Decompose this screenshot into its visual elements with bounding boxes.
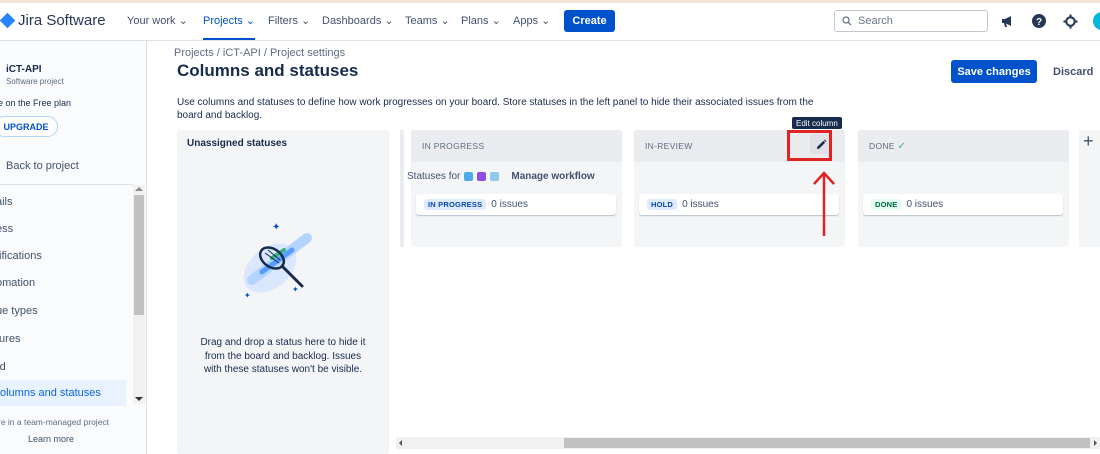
project-type: Software project bbox=[6, 77, 64, 86]
column-header[interactable]: IN PROGRESS bbox=[411, 130, 622, 162]
column-name: IN-REVIEW bbox=[645, 141, 693, 151]
task-type-icon bbox=[464, 172, 474, 181]
sidebar-item-access[interactable]: ess bbox=[0, 223, 13, 235]
search-icon bbox=[842, 16, 852, 26]
scroll-left-icon[interactable] bbox=[399, 440, 402, 446]
nav-projects[interactable]: Projects ⌄ bbox=[203, 14, 256, 40]
highlight-box bbox=[787, 130, 832, 161]
main-content: Projects / iCT-API / Project settings Co… bbox=[147, 41, 1100, 454]
arrow-up-icon bbox=[813, 171, 835, 236]
page-description: Use columns and statuses to define how w… bbox=[177, 97, 814, 121]
unassigned-title: Unassigned statuses bbox=[187, 138, 288, 149]
save-changes-button[interactable]: Save changes bbox=[951, 60, 1037, 83]
top-stripe bbox=[0, 0, 1100, 3]
sidebar-item-details[interactable]: ails bbox=[0, 196, 13, 208]
unassigned-hint: Drag and drop a status here to hide it f… bbox=[200, 337, 366, 375]
sidebar-scrollbar[interactable] bbox=[133, 185, 145, 404]
sidebar-item-automation[interactable]: omation bbox=[0, 277, 35, 289]
column-divider bbox=[400, 130, 404, 247]
nav-apps[interactable]: Apps ⌄ bbox=[513, 14, 550, 27]
gear-icon[interactable] bbox=[1061, 12, 1079, 30]
sidebar-item-features[interactable]: tures bbox=[0, 333, 20, 345]
plan-text: e on the Free plan bbox=[0, 98, 72, 108]
app-root: Jira Software Your work ⌄ Projects ⌄ Fil… bbox=[0, 0, 1100, 454]
status-card[interactable]: DONE 0 issues bbox=[863, 194, 1063, 215]
scroll-up-icon[interactable] bbox=[135, 187, 143, 191]
svg-text:✦: ✦ bbox=[244, 291, 251, 300]
column-name: IN PROGRESS bbox=[422, 141, 485, 151]
search-input[interactable]: Search bbox=[834, 10, 988, 32]
racket-illustration-icon: ✦ ✦ ✦ bbox=[243, 222, 312, 300]
team-managed-note: re in a team-managed project bbox=[0, 417, 110, 427]
sidebar-divider bbox=[0, 184, 133, 185]
sidebar-item-issue-types[interactable]: ue types bbox=[0, 305, 38, 317]
create-button[interactable]: Create bbox=[564, 10, 615, 32]
breadcrumb[interactable]: Projects / iCT-API / Project settings bbox=[174, 47, 345, 59]
sidebar-item-columns-and-statuses[interactable]: olumns and statuses bbox=[0, 380, 126, 406]
back-to-project-link[interactable]: Back to project bbox=[6, 160, 79, 172]
nav-dashboards[interactable]: Dashboards ⌄ bbox=[322, 14, 394, 27]
status-card[interactable]: HOLD 0 issues bbox=[639, 194, 839, 215]
nav-your-work[interactable]: Your work ⌄ bbox=[127, 14, 188, 27]
svg-text:✦: ✦ bbox=[272, 222, 280, 233]
sidebar-item-notifications[interactable]: tifications bbox=[0, 250, 42, 262]
edit-column-tooltip: Edit column bbox=[792, 117, 842, 129]
column-name: DONE ✓ bbox=[869, 141, 907, 152]
jira-logo-icon bbox=[0, 12, 16, 29]
issue-count: 0 issues bbox=[906, 199, 944, 210]
sidebar-scroll-thumb[interactable] bbox=[134, 195, 144, 315]
add-column-area: + bbox=[1079, 130, 1100, 247]
help-icon[interactable]: ? bbox=[1030, 12, 1048, 30]
svg-text:✦: ✦ bbox=[292, 285, 299, 294]
issue-count: 0 issues bbox=[682, 199, 719, 210]
statuses-for: Statuses for Manage workflow bbox=[407, 171, 595, 182]
status-lozenge: DONE bbox=[871, 199, 902, 210]
board-scroll-thumb[interactable] bbox=[564, 438, 1090, 448]
product-name: Jira Software bbox=[18, 12, 106, 29]
check-icon: ✓ bbox=[897, 141, 907, 152]
scroll-right-icon[interactable] bbox=[1094, 440, 1097, 446]
project-name: iCT-API bbox=[6, 64, 42, 75]
column-in-progress[interactable]: IN PROGRESS IN PROGRESS 0 issues bbox=[411, 130, 622, 247]
page-title: Columns and statuses bbox=[177, 61, 359, 80]
learn-more-link[interactable]: Learn more bbox=[28, 434, 74, 444]
board-horizontal-scrollbar[interactable] bbox=[396, 437, 1100, 449]
status-lozenge: HOLD bbox=[647, 199, 678, 210]
search-placeholder: Search bbox=[858, 15, 893, 27]
unassigned-statuses-panel[interactable]: Unassigned statuses ✦ ✦ ✦ Drag and drop … bbox=[177, 130, 389, 454]
subtask-type-icon bbox=[490, 172, 500, 181]
svg-text:?: ? bbox=[1036, 17, 1042, 28]
issue-count: 0 issues bbox=[491, 199, 528, 210]
nav-plans[interactable]: Plans ⌄ bbox=[461, 14, 501, 27]
jira-logo[interactable]: Jira Software bbox=[0, 12, 106, 29]
column-done[interactable]: DONE ✓ DONE 0 issues bbox=[858, 130, 1069, 247]
discard-button[interactable]: Discard bbox=[1045, 60, 1100, 83]
nav-filters[interactable]: Filters ⌄ bbox=[268, 14, 310, 27]
status-card[interactable]: IN PROGRESS 0 issues bbox=[416, 194, 616, 215]
avatar[interactable] bbox=[1093, 12, 1100, 30]
sidebar: iCT-API Software project e on the Free p… bbox=[0, 41, 147, 454]
manage-workflow-link[interactable]: Manage workflow bbox=[511, 171, 594, 182]
scroll-down-icon[interactable] bbox=[135, 397, 143, 401]
status-lozenge: IN PROGRESS bbox=[424, 199, 487, 210]
epic-type-icon bbox=[477, 172, 487, 181]
megaphone-icon[interactable] bbox=[998, 12, 1016, 30]
upgrade-button[interactable]: UPGRADE bbox=[0, 116, 58, 137]
statuses-for-label: Statuses for bbox=[407, 171, 461, 182]
sidebar-item-board[interactable]: rd bbox=[0, 361, 6, 373]
column-header[interactable]: DONE ✓ bbox=[858, 130, 1069, 162]
plus-icon[interactable]: + bbox=[1083, 131, 1094, 152]
nav-teams[interactable]: Teams ⌄ bbox=[405, 14, 450, 27]
top-navigation: Jira Software Your work ⌄ Projects ⌄ Fil… bbox=[0, 0, 1100, 41]
